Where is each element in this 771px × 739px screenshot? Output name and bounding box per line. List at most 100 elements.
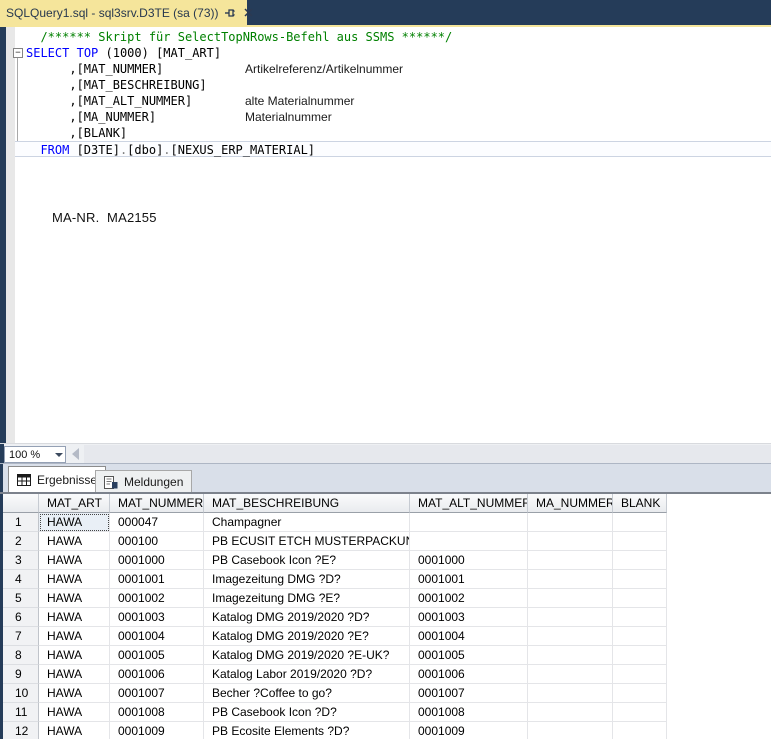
- zoom-dropdown[interactable]: 100 %: [4, 446, 66, 463]
- grid-cell[interactable]: 0001008: [110, 703, 204, 722]
- grid-cell[interactable]: [528, 551, 613, 570]
- grid-cell[interactable]: PB Casebook Icon ?D?: [204, 703, 410, 722]
- column-header-MAT_ART[interactable]: MAT_ART: [39, 494, 110, 513]
- row-number[interactable]: 11: [3, 703, 39, 722]
- grid-cell[interactable]: [613, 703, 667, 722]
- grid-cell[interactable]: 0001002: [110, 589, 204, 608]
- grid-cell[interactable]: 0001008: [410, 703, 528, 722]
- grid-cell[interactable]: [613, 627, 667, 646]
- grid-cell[interactable]: PB Ecosite Elements ?D?: [204, 722, 410, 739]
- grid-cell[interactable]: HAWA: [39, 513, 110, 532]
- column-header-BLANK[interactable]: BLANK: [613, 494, 667, 513]
- grid-cell[interactable]: [410, 532, 528, 551]
- column-header-MAT_BESCHREIBUNG[interactable]: MAT_BESCHREIBUNG: [204, 494, 410, 513]
- grid-cell[interactable]: HAWA: [39, 627, 110, 646]
- grid-cell[interactable]: 0001000: [110, 551, 204, 570]
- grid-cell[interactable]: Imagezeitung DMG ?D?: [204, 570, 410, 589]
- grid-cell[interactable]: [613, 646, 667, 665]
- grid-cell[interactable]: HAWA: [39, 665, 110, 684]
- grid-cell[interactable]: 0001001: [410, 570, 528, 589]
- grid-cell[interactable]: [528, 646, 613, 665]
- row-number[interactable]: 2: [3, 532, 39, 551]
- scroll-left-icon[interactable]: [72, 448, 79, 460]
- grid-cell[interactable]: Katalog DMG 2019/2020 ?D?: [204, 608, 410, 627]
- tab-ergebnisse[interactable]: Ergebnisse: [8, 466, 106, 493]
- grid-cell[interactable]: 0001007: [110, 684, 204, 703]
- column-header-MAT_ALT_NUMMER[interactable]: MAT_ALT_NUMMER: [410, 494, 528, 513]
- grid-cell[interactable]: Imagezeitung DMG ?E?: [204, 589, 410, 608]
- grid-cell[interactable]: [528, 532, 613, 551]
- grid-cell[interactable]: [613, 513, 667, 532]
- row-number[interactable]: 1: [3, 513, 39, 532]
- column-header-MAT_NUMMER[interactable]: MAT_NUMMER: [110, 494, 204, 513]
- grid-cell[interactable]: 0001006: [110, 665, 204, 684]
- row-number[interactable]: 8: [3, 646, 39, 665]
- grid-cell[interactable]: [528, 513, 613, 532]
- grid-cell[interactable]: [528, 665, 613, 684]
- grid-cell[interactable]: 0001004: [110, 627, 204, 646]
- grid-cell[interactable]: [410, 513, 528, 532]
- grid-cell[interactable]: 000047: [110, 513, 204, 532]
- grid-cell[interactable]: [613, 551, 667, 570]
- grid-cell[interactable]: 0001004: [410, 627, 528, 646]
- document-tab[interactable]: SQLQuery1.sql - sql3srv.D3TE (sa (73)): [0, 0, 247, 25]
- grid-corner-cell[interactable]: [3, 494, 39, 513]
- horizontal-scrollbar[interactable]: [84, 445, 771, 463]
- grid-cell[interactable]: [528, 570, 613, 589]
- grid-cell[interactable]: 0001003: [110, 608, 204, 627]
- grid-cell[interactable]: [528, 627, 613, 646]
- grid-cell[interactable]: [613, 570, 667, 589]
- grid-cell[interactable]: Katalog Labor 2019/2020 ?D?: [204, 665, 410, 684]
- grid-cell[interactable]: 0001001: [110, 570, 204, 589]
- grid-cell[interactable]: 000100: [110, 532, 204, 551]
- grid-cell[interactable]: HAWA: [39, 532, 110, 551]
- grid-cell[interactable]: [528, 608, 613, 627]
- grid-cell[interactable]: 0001005: [110, 646, 204, 665]
- grid-cell[interactable]: [528, 589, 613, 608]
- grid-cell[interactable]: [613, 589, 667, 608]
- close-icon[interactable]: [241, 5, 257, 21]
- grid-cell[interactable]: 0001009: [410, 722, 528, 739]
- row-number[interactable]: 7: [3, 627, 39, 646]
- row-number[interactable]: 12: [3, 722, 39, 739]
- grid-cell[interactable]: 0001003: [410, 608, 528, 627]
- grid-cell[interactable]: 0001002: [410, 589, 528, 608]
- grid-cell[interactable]: Katalog DMG 2019/2020 ?E-UK?: [204, 646, 410, 665]
- grid-cell[interactable]: PB ECUSIT ETCH MUSTERPACKUNG: [204, 532, 410, 551]
- grid-cell[interactable]: 0001005: [410, 646, 528, 665]
- grid-cell[interactable]: HAWA: [39, 722, 110, 739]
- row-number[interactable]: 4: [3, 570, 39, 589]
- grid-cell[interactable]: Becher ?Coffee to go?: [204, 684, 410, 703]
- row-number[interactable]: 6: [3, 608, 39, 627]
- grid-cell[interactable]: HAWA: [39, 608, 110, 627]
- grid-cell[interactable]: PB Casebook Icon ?E?: [204, 551, 410, 570]
- grid-cell[interactable]: 0001007: [410, 684, 528, 703]
- chevron-down-icon[interactable]: [52, 447, 65, 462]
- grid-cell[interactable]: HAWA: [39, 589, 110, 608]
- grid-cell[interactable]: [613, 684, 667, 703]
- row-number[interactable]: 5: [3, 589, 39, 608]
- grid-cell[interactable]: 0001009: [110, 722, 204, 739]
- column-header-MA_NUMMER[interactable]: MA_NUMMER: [528, 494, 613, 513]
- grid-cell[interactable]: HAWA: [39, 703, 110, 722]
- sql-editor[interactable]: − /****** Skript für SelectTopNRows-Befe…: [0, 27, 771, 443]
- grid-cell[interactable]: [613, 665, 667, 684]
- row-number[interactable]: 10: [3, 684, 39, 703]
- grid-cell[interactable]: [613, 532, 667, 551]
- grid-cell[interactable]: Champagner: [204, 513, 410, 532]
- grid-cell[interactable]: [528, 703, 613, 722]
- row-number[interactable]: 3: [3, 551, 39, 570]
- row-number[interactable]: 9: [3, 665, 39, 684]
- grid-cell[interactable]: HAWA: [39, 570, 110, 589]
- grid-cell[interactable]: [613, 608, 667, 627]
- grid-cell[interactable]: HAWA: [39, 646, 110, 665]
- grid-cell[interactable]: 0001006: [410, 665, 528, 684]
- pin-icon[interactable]: [222, 5, 238, 21]
- grid-cell[interactable]: HAWA: [39, 684, 110, 703]
- grid-cell[interactable]: [528, 722, 613, 739]
- grid-cell[interactable]: Katalog DMG 2019/2020 ?E?: [204, 627, 410, 646]
- grid-cell[interactable]: HAWA: [39, 551, 110, 570]
- grid-cell[interactable]: [528, 684, 613, 703]
- grid-cell[interactable]: 0001000: [410, 551, 528, 570]
- tab-meldungen[interactable]: Meldungen: [95, 470, 192, 493]
